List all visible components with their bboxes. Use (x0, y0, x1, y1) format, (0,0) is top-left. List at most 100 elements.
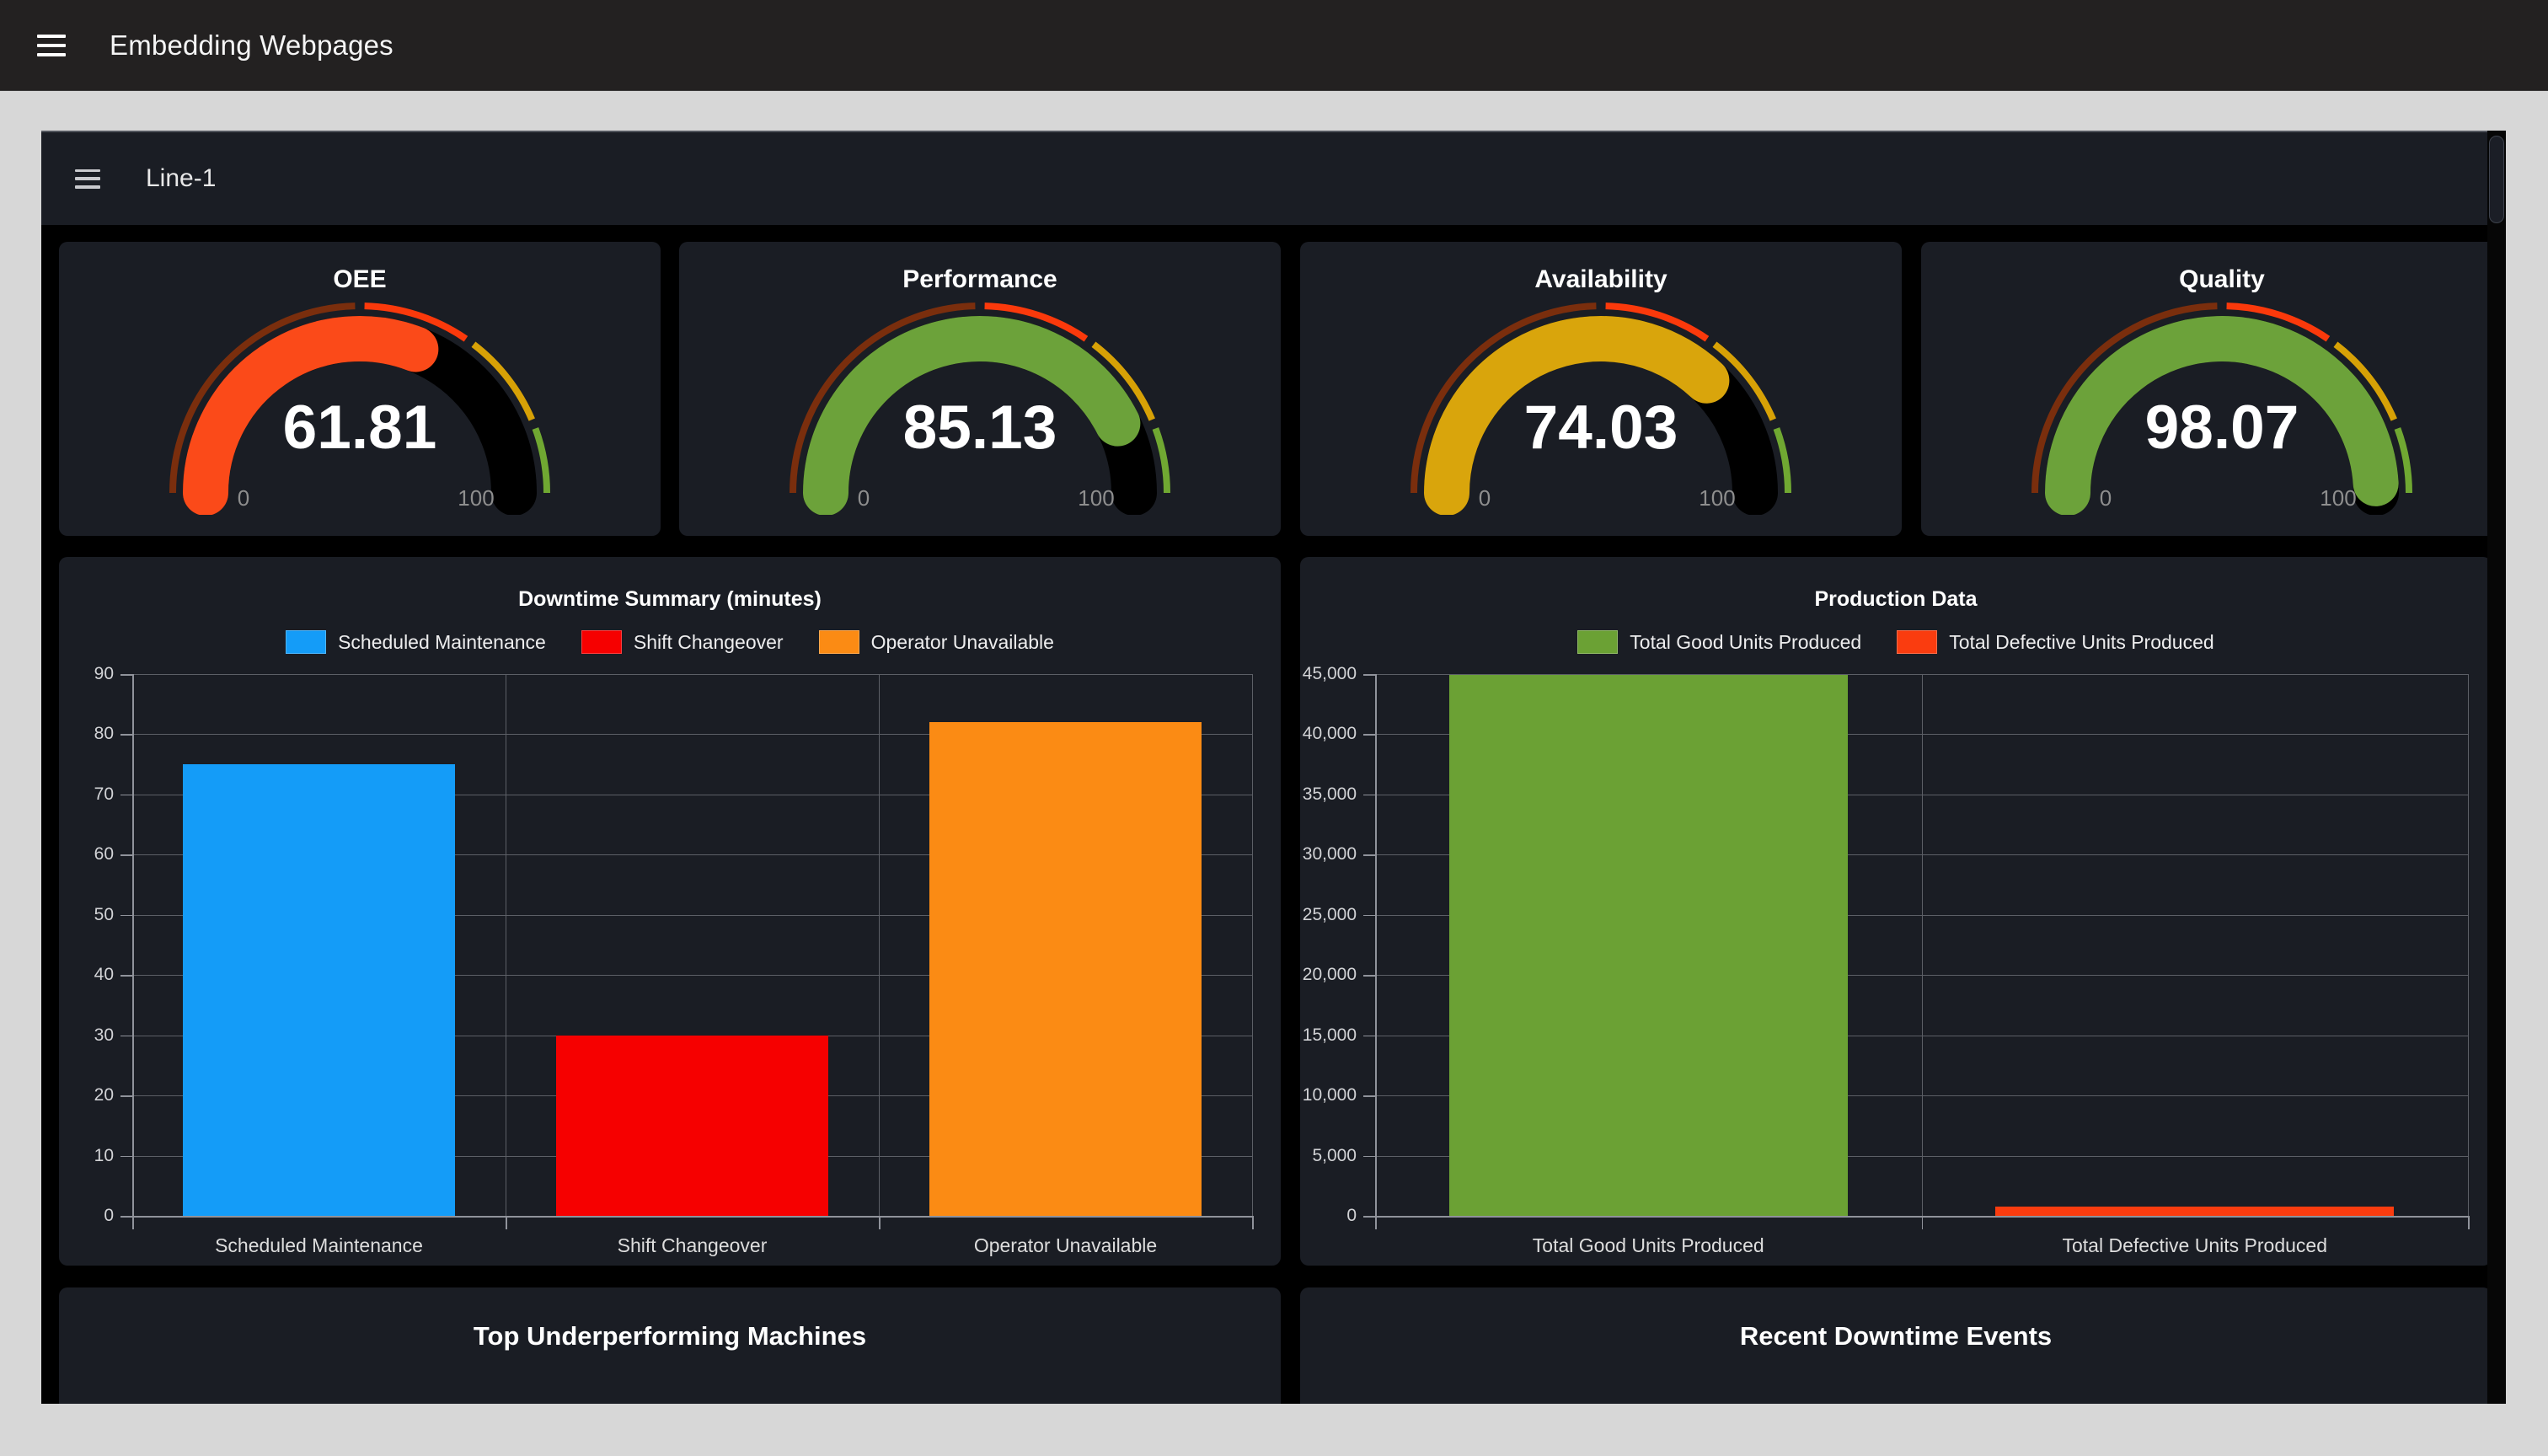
y-axis-tick-label: 25,000 (1300, 903, 1357, 927)
bar-total-good-units-produced (1449, 675, 1848, 1216)
y-axis-tick-label: 40 (59, 963, 114, 987)
y-axis-tick (1363, 1216, 1375, 1218)
gauge-value: 85.13 (903, 393, 1057, 462)
y-axis-tick (1363, 975, 1375, 977)
y-axis-tick-label: 20 (59, 1084, 114, 1107)
gauge-value: 74.03 (1524, 393, 1678, 462)
gauge-panel-performance: Performance 85.13 0 100 (679, 242, 1281, 536)
y-axis-tick-label: 60 (59, 843, 114, 866)
frame-scrollbar-thumb[interactable] (2489, 136, 2504, 223)
gauge-min-label: 0 (2100, 485, 2112, 511)
bar-operator-unavailable (929, 722, 1202, 1216)
y-axis-tick (1363, 1156, 1375, 1158)
bar-shift-changeover (556, 1036, 828, 1216)
y-axis-tick (120, 1216, 132, 1218)
bar-scheduled-maintenance (183, 764, 455, 1216)
gauge-panel-oee: OEE 61.81 0 100 (59, 242, 661, 536)
recent-downtime-events-title: Recent Downtime Events (1300, 1321, 2492, 1352)
app-topbar: Embedding Webpages (0, 0, 2548, 91)
x-axis-line (132, 1216, 1252, 1218)
y-axis-tick (120, 1095, 132, 1097)
dashboard-header: Line-1 (41, 131, 2487, 225)
embedded-dashboard-frame: Line-1 OEE 61.81 0 100 Performance 85.13… (41, 131, 2506, 1404)
gauge-max-label: 100 (458, 485, 494, 511)
y-axis-tick (1363, 915, 1375, 917)
y-axis-line (1375, 674, 1377, 1229)
gauge-title: Performance (679, 265, 1281, 294)
category-separator (2468, 674, 2469, 1216)
gauge-value: 98.07 (2145, 393, 2299, 462)
gauge-max-label: 100 (1699, 485, 1735, 511)
y-axis-tick-label: 15,000 (1300, 1024, 1357, 1047)
y-axis-tick (120, 795, 132, 796)
gauge-max-label: 100 (2320, 485, 2356, 511)
gauge-arc: 98.07 0 100 (2024, 297, 2420, 515)
y-axis-tick-label: 10,000 (1300, 1084, 1357, 1107)
x-axis-category-label: Shift Changeover (506, 1234, 879, 1257)
gauge-arc: 85.13 0 100 (782, 297, 1178, 515)
gauge: 74.03 0 100 (1300, 297, 1902, 515)
gauge: 85.13 0 100 (679, 297, 1281, 515)
x-axis-tick (2468, 1216, 2470, 1229)
y-axis-tick (120, 975, 132, 977)
gauge-title: Quality (1921, 265, 2506, 294)
x-axis-tick (1252, 1216, 1254, 1229)
y-axis-tick-label: 80 (59, 722, 114, 746)
gauge-title: OEE (59, 265, 661, 294)
x-axis-tick (879, 1216, 881, 1229)
y-axis-tick-label: 10 (59, 1144, 114, 1168)
dashboard-title: Line-1 (146, 164, 216, 193)
app-title: Embedding Webpages (110, 29, 393, 62)
y-axis-tick (120, 734, 132, 736)
dashboard-menu-icon[interactable] (75, 169, 100, 189)
y-axis-tick (120, 674, 132, 676)
gauge: 98.07 0 100 (1921, 297, 2506, 515)
y-axis-tick (1363, 795, 1375, 796)
gauge-panel-availability: Availability 74.03 0 100 (1300, 242, 1902, 536)
x-axis-tick (506, 1216, 507, 1229)
gauge-arc: 74.03 0 100 (1403, 297, 1799, 515)
gauge-panel-quality: Quality 98.07 0 100 (1921, 242, 2506, 536)
y-axis-tick (1363, 854, 1375, 856)
y-axis-tick-label: 70 (59, 783, 114, 806)
y-axis-tick-label: 40,000 (1300, 722, 1357, 746)
y-axis-tick (120, 1156, 132, 1158)
y-axis-tick (1363, 674, 1375, 676)
category-separator (1922, 674, 1923, 1216)
chart-plot-area: 0102030405060708090Scheduled Maintenance… (59, 557, 1281, 1266)
gauge-value: 61.81 (283, 393, 437, 462)
chart-plot-area: 05,00010,00015,00020,00025,00030,00035,0… (1300, 557, 2492, 1266)
x-axis-tick (1922, 1216, 1924, 1229)
y-axis-tick (1363, 1036, 1375, 1037)
recent-downtime-events-panel: Recent Downtime Events (1300, 1287, 2492, 1404)
y-axis-tick-label: 20,000 (1300, 963, 1357, 987)
y-axis-tick-label: 30 (59, 1024, 114, 1047)
y-axis-tick (120, 1036, 132, 1037)
y-axis-line (132, 674, 134, 1229)
gauge: 61.81 0 100 (59, 297, 661, 515)
y-axis-tick (120, 915, 132, 917)
top-underperforming-machines-panel: Top Underperforming Machines (59, 1287, 1281, 1404)
x-axis-category-label: Total Good Units Produced (1375, 1234, 1922, 1257)
x-axis-category-label: Total Defective Units Produced (1922, 1234, 2469, 1257)
y-axis-tick (1363, 734, 1375, 736)
y-axis-tick-label: 90 (59, 662, 114, 686)
y-axis-tick-label: 5,000 (1300, 1144, 1357, 1168)
production-data-chart-panel: Production Data Total Good Units Produce… (1300, 557, 2492, 1266)
category-separator (1252, 674, 1253, 1216)
gauge-min-label: 0 (1479, 485, 1491, 511)
gauge-title: Availability (1300, 265, 1902, 294)
downtime-summary-chart-panel: Downtime Summary (minutes) Scheduled Mai… (59, 557, 1281, 1266)
x-axis-category-label: Operator Unavailable (879, 1234, 1252, 1257)
y-axis-tick-label: 35,000 (1300, 783, 1357, 806)
app-menu-icon[interactable] (37, 35, 66, 56)
frame-scrollbar-track[interactable] (2487, 131, 2506, 1404)
y-axis-tick (120, 854, 132, 856)
y-axis-tick-label: 0 (59, 1204, 114, 1228)
y-axis-tick-label: 50 (59, 903, 114, 927)
gauge-min-label: 0 (238, 485, 249, 511)
gridline (132, 674, 1252, 675)
y-axis-tick-label: 0 (1300, 1204, 1357, 1228)
x-axis-line (1375, 1216, 2468, 1218)
category-separator (879, 674, 880, 1216)
